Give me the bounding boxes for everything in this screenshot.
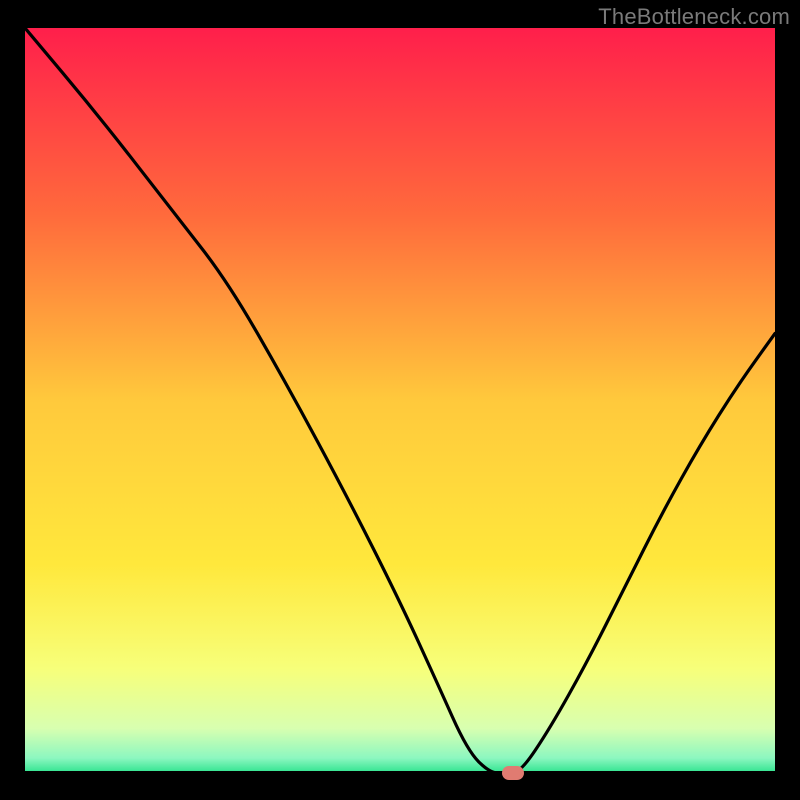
chart-frame: TheBottleneck.com bbox=[0, 0, 800, 800]
plot-area bbox=[25, 28, 775, 773]
watermark-text: TheBottleneck.com bbox=[598, 4, 790, 30]
bottleneck-curve bbox=[25, 28, 775, 773]
optimal-point-marker bbox=[502, 766, 524, 780]
